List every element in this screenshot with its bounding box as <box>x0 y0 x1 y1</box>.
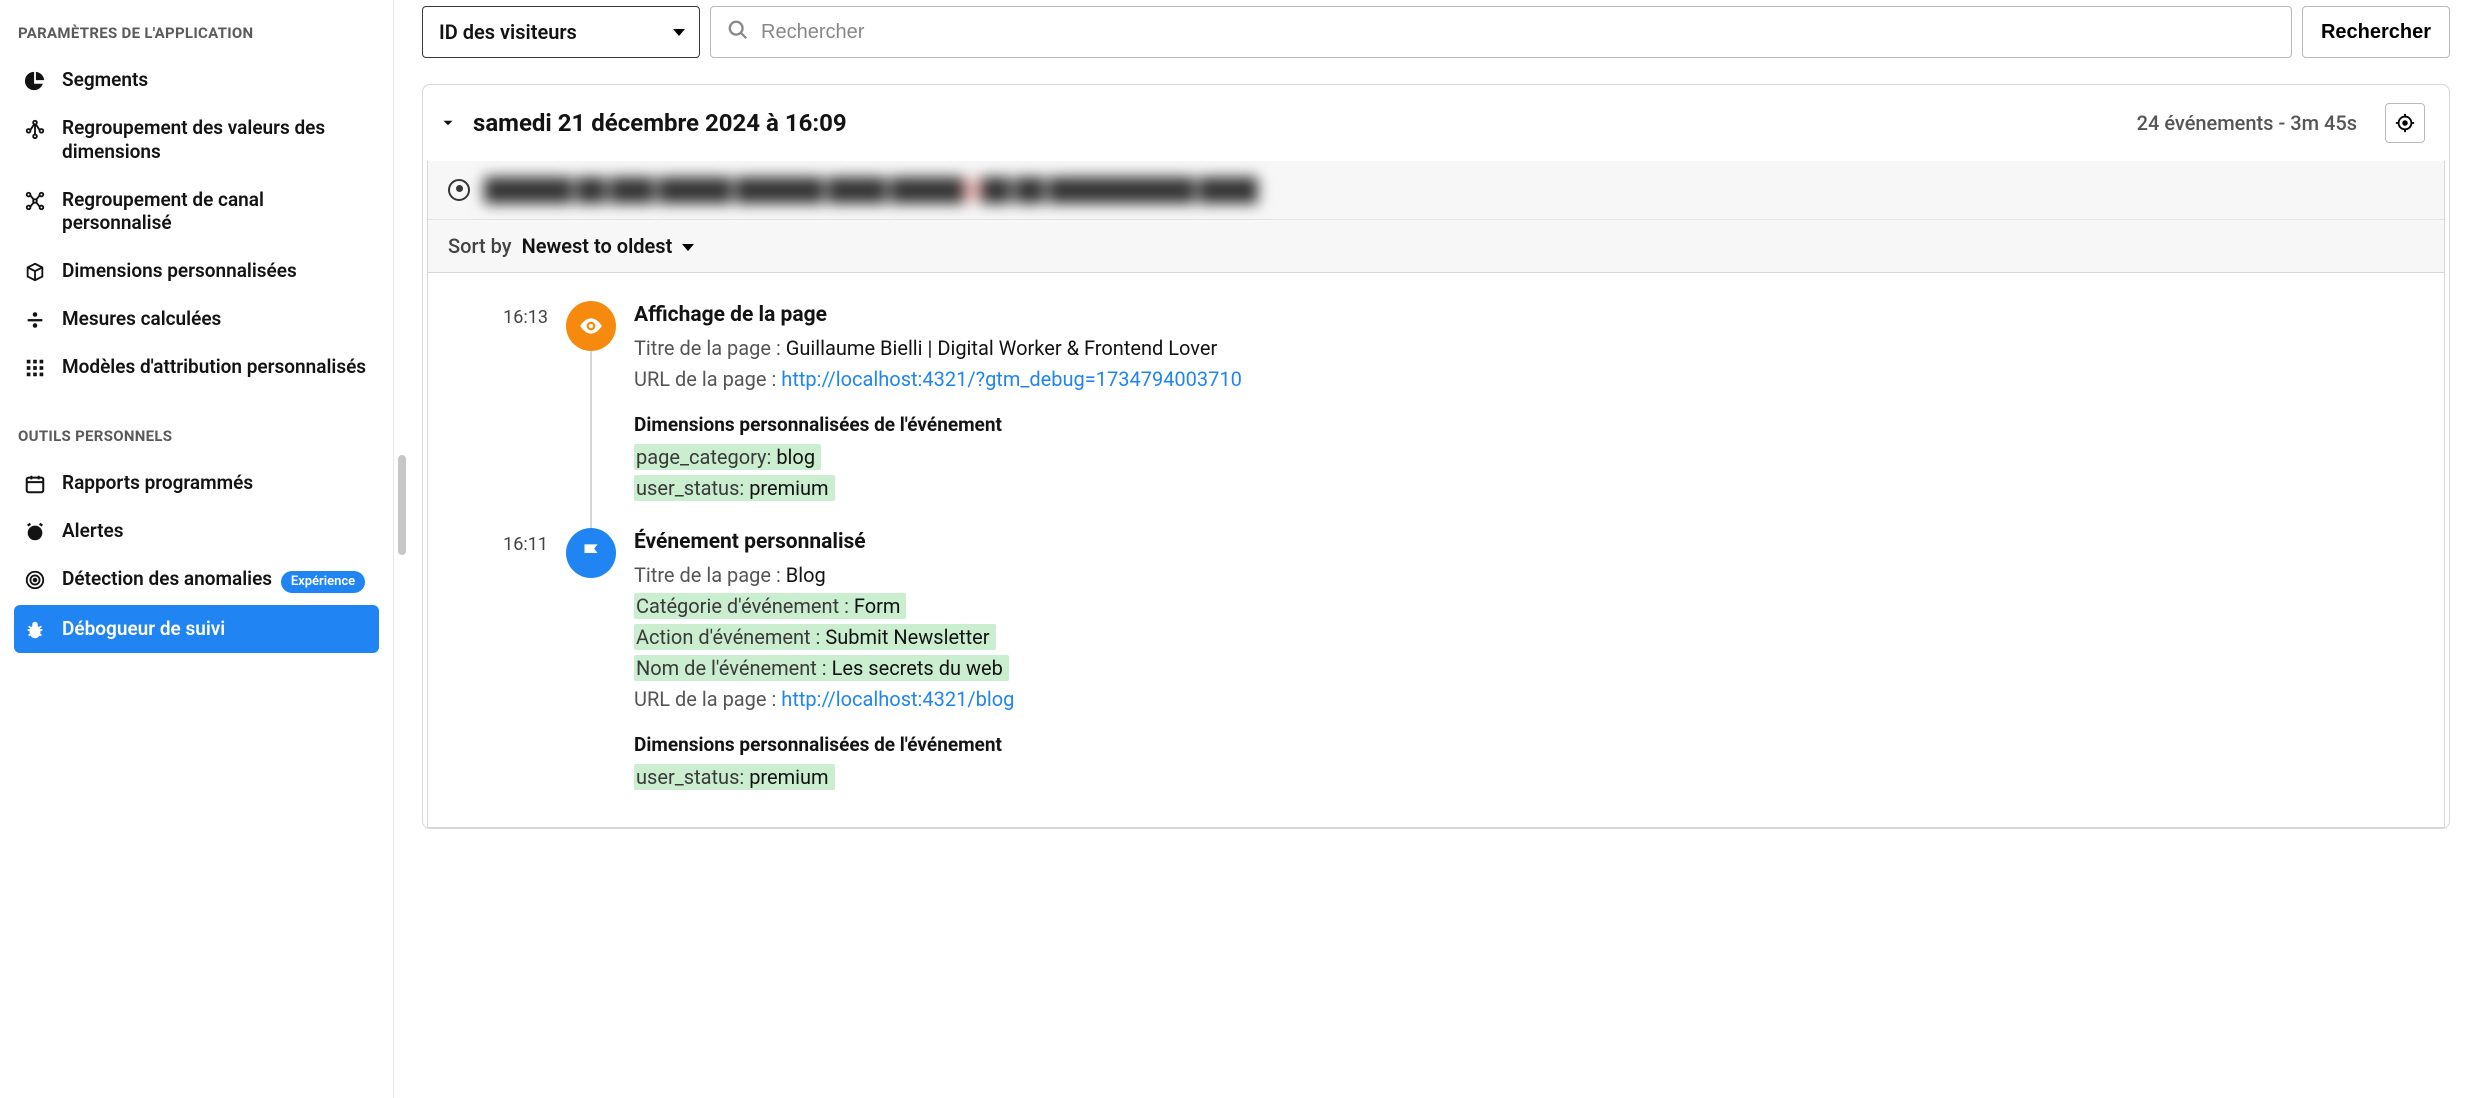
sidebar-item-label: Rapports programmés <box>62 471 369 495</box>
event-row: 16:11 Événement personnalisé Titre de la p… <box>448 528 2424 817</box>
event-line: Nom de l'événement : Les secrets du web <box>634 653 2424 684</box>
event-time: 16:13 <box>448 301 548 504</box>
eye-icon <box>566 301 616 351</box>
event-url-link[interactable]: http://localhost:4321/blog <box>781 687 1014 711</box>
event-dimensions-header: Dimensions personnalisées de l'événement <box>634 733 2424 756</box>
sidebar: PARAMÈTRES DE L'APPLICATION Segments Reg… <box>0 0 394 1098</box>
user-row: ██████ ██ ███ █████ ██████ ████ ███████ … <box>428 161 2444 220</box>
sort-select[interactable]: Newest to oldest <box>522 234 699 258</box>
sidebar-item-anomaly-detection[interactable]: Détection des anomalies Expérience <box>14 555 379 605</box>
event-content: Événement personnalisé Titre de la page :… <box>634 528 2424 793</box>
grid-icon <box>24 357 46 379</box>
event-dimensions-header: Dimensions personnalisées de l'événement <box>634 413 2424 436</box>
sidebar-item-label: Regroupement de canal personnalisé <box>62 188 369 236</box>
sidebar-item-label: Dimensions personnalisées <box>62 259 369 283</box>
event-line: Catégorie d'événement : Form <box>634 591 2424 622</box>
event-dimension: user_status: premium <box>634 473 2424 504</box>
alarm-icon <box>24 521 46 543</box>
bug-icon <box>24 619 46 641</box>
sidebar-item-attribution-models[interactable]: Modèles d'attribution personnalisés <box>14 343 379 391</box>
flow-icon <box>24 190 46 212</box>
sidebar-item-calculated-metrics[interactable]: Mesures calculées <box>14 295 379 343</box>
target-button[interactable] <box>2385 103 2425 143</box>
sidebar-item-label: Mesures calculées <box>62 307 369 331</box>
calendar-icon <box>24 473 46 495</box>
session-title: samedi 21 décembre 2024 à 16:09 <box>473 109 2123 137</box>
event-row: 16:13 Affichage de la page Titre de la pag… <box>448 301 2424 528</box>
sidebar-item-tracking-debugger[interactable]: Débogueur de suivi <box>14 605 379 653</box>
event-marker <box>566 301 616 504</box>
visitor-id-select[interactable]: ID des visiteurs <box>422 6 700 58</box>
radar-icon <box>24 569 46 591</box>
sidebar-item-custom-dimensions[interactable]: Dimensions personnalisées <box>14 247 379 295</box>
event-title: Affichage de la page <box>634 303 2424 327</box>
nodes-icon <box>24 118 46 140</box>
event-line: URL de la page : http://localhost:4321/b… <box>634 684 2424 715</box>
filter-bar: ID des visiteurs Rechercher <box>422 0 2450 70</box>
sidebar-item-alerts[interactable]: Alertes <box>14 507 379 555</box>
section-personal-tools: OUTILS PERSONNELS <box>14 419 379 459</box>
user-id-blurred: ██████ ██ ███ █████ ██████ ████ ███████ … <box>484 177 2424 203</box>
sidebar-item-label: Regroupement des valeurs des dimensions <box>62 116 369 164</box>
search-input[interactable] <box>761 21 2275 44</box>
sidebar-item-dimension-grouping[interactable]: Regroupement des valeurs des dimensions <box>14 104 379 176</box>
section-app-settings: PARAMÈTRES DE L'APPLICATION <box>14 16 379 56</box>
sidebar-item-label: Débogueur de suivi <box>62 617 369 641</box>
event-line: URL de la page : http://localhost:4321/?… <box>634 364 2424 395</box>
select-label: ID des visiteurs <box>439 20 577 44</box>
event-dimension: user_status: premium <box>634 762 2424 793</box>
sidebar-item-label: Alertes <box>62 519 369 543</box>
search-icon <box>727 19 749 46</box>
divide-icon <box>24 309 46 331</box>
event-dimension: page_category: blog <box>634 442 2424 473</box>
sidebar-item-label: Détection des anomalies Expérience <box>62 567 369 593</box>
event-content: Affichage de la page Titre de la page : G… <box>634 301 2424 504</box>
session-sub-header: ██████ ██ ███ █████ ██████ ████ ███████ … <box>427 161 2445 273</box>
search-box[interactable] <box>710 6 2292 58</box>
events-body: 16:13 Affichage de la page Titre de la pag… <box>427 273 2445 828</box>
flag-icon <box>566 528 616 578</box>
search-button[interactable]: Rechercher <box>2302 6 2450 58</box>
sidebar-item-label: Segments <box>62 68 369 92</box>
sort-row: Sort by Newest to oldest <box>428 220 2444 272</box>
sort-label: Sort by <box>448 234 512 258</box>
event-url-link[interactable]: http://localhost:4321/?gtm_debug=1734794… <box>781 367 1242 391</box>
session-header: samedi 21 décembre 2024 à 16:09 24 événe… <box>423 85 2449 161</box>
event-line: Action d'événement : Submit Newsletter <box>634 622 2424 653</box>
pie-icon <box>24 70 46 92</box>
event-title: Événement personnalisé <box>634 530 2424 554</box>
cube-icon <box>24 261 46 283</box>
sidebar-item-custom-channel[interactable]: Regroupement de canal personnalisé <box>14 176 379 248</box>
sidebar-item-scheduled-reports[interactable]: Rapports programmés <box>14 459 379 507</box>
sidebar-item-segments[interactable]: Segments <box>14 56 379 104</box>
main-content: ID des visiteurs Rechercher samedi 21 dé… <box>394 0 2468 1098</box>
session-card: samedi 21 décembre 2024 à 16:09 24 événe… <box>422 84 2450 829</box>
event-line: Titre de la page : Guillaume Bielli | Di… <box>634 333 2424 364</box>
event-line: Titre de la page : Blog <box>634 560 2424 591</box>
experience-badge: Expérience <box>281 571 365 593</box>
event-marker <box>566 528 616 793</box>
collapse-toggle[interactable] <box>437 112 459 134</box>
event-time: 16:11 <box>448 528 548 793</box>
session-meta: 24 événements - 3m 45s <box>2137 111 2357 135</box>
sidebar-item-label: Modèles d'attribution personnalisés <box>62 355 369 379</box>
user-icon <box>448 179 470 201</box>
